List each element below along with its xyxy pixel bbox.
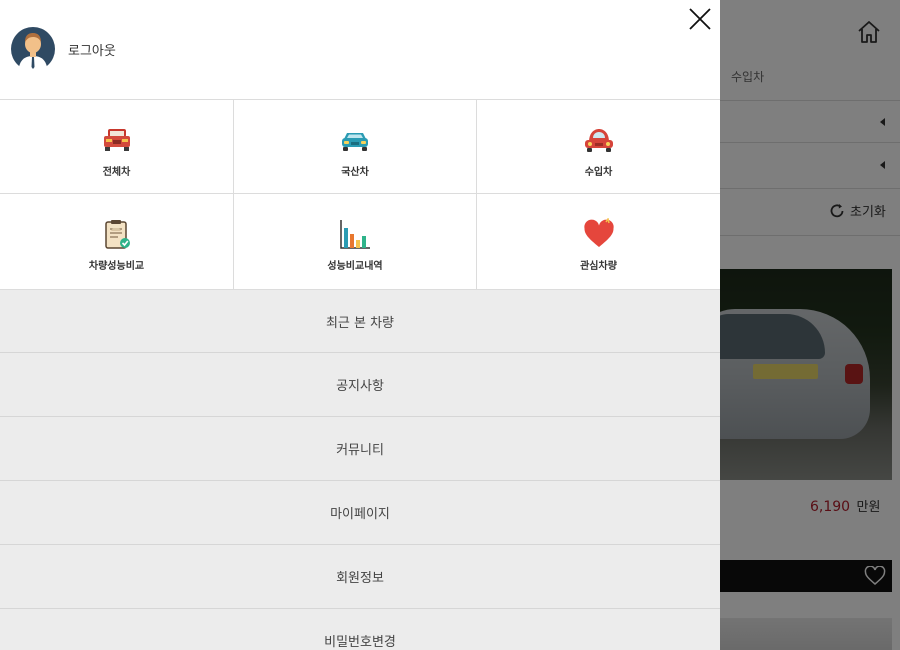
quick-menu-favorite-cars[interactable]: 관심차량: [477, 194, 720, 289]
menu-item-recently-viewed[interactable]: 최근 본 차량: [0, 290, 720, 353]
quick-menu-comparison-history[interactable]: 성능비교내역: [234, 194, 477, 289]
quick-menu-all-cars[interactable]: 전체차: [0, 100, 234, 194]
drawer-menu-list: 최근 본 차량 공지사항 커뮤니티 마이페이지 회원정보 비밀번호변경: [0, 290, 720, 650]
quick-menu-label: 국산차: [341, 167, 369, 178]
quick-menu-performance-compare[interactable]: 차량성능비교: [0, 194, 234, 289]
quick-menu-label: 전체차: [102, 167, 131, 178]
menu-item-change-password[interactable]: 비밀번호변경: [0, 609, 720, 650]
drawer-header: 로그아웃: [0, 0, 720, 100]
menu-item-notice[interactable]: 공지사항: [0, 353, 720, 417]
logout-link[interactable]: 로그아웃: [68, 40, 116, 59]
bar-chart-icon: [340, 220, 370, 249]
quick-menu-import-cars[interactable]: 수입차: [477, 100, 720, 194]
close-icon[interactable]: [688, 7, 712, 31]
avatar: [11, 27, 55, 73]
quick-menu-label: 관심차량: [580, 261, 617, 272]
menu-item-member-info[interactable]: 회원정보: [0, 545, 720, 609]
quick-menu-domestic-cars[interactable]: 국산차: [234, 100, 477, 194]
quick-menu-label: 차량성능비교: [88, 261, 145, 272]
menu-item-community[interactable]: 커뮤니티: [0, 417, 720, 481]
quick-menu-label: 성능비교내역: [327, 261, 383, 272]
heart-icon: [583, 218, 614, 247]
menu-item-mypage[interactable]: 마이페이지: [0, 481, 720, 545]
quick-menu-grid: 전체차 국산차 수입차 차량성능비교 성능비교내역 관심차량: [0, 100, 720, 290]
import-car-icon: [584, 129, 613, 152]
quick-menu-label: 수입차: [584, 167, 613, 178]
domestic-car-icon: [342, 133, 368, 151]
clipboard-check-icon: [104, 220, 130, 249]
side-drawer: 로그아웃 전체차 국산차 수입차 차량성능비교 성능비교내역 관심차량 최근 본…: [0, 0, 720, 650]
car-truck-icon: [103, 129, 130, 151]
